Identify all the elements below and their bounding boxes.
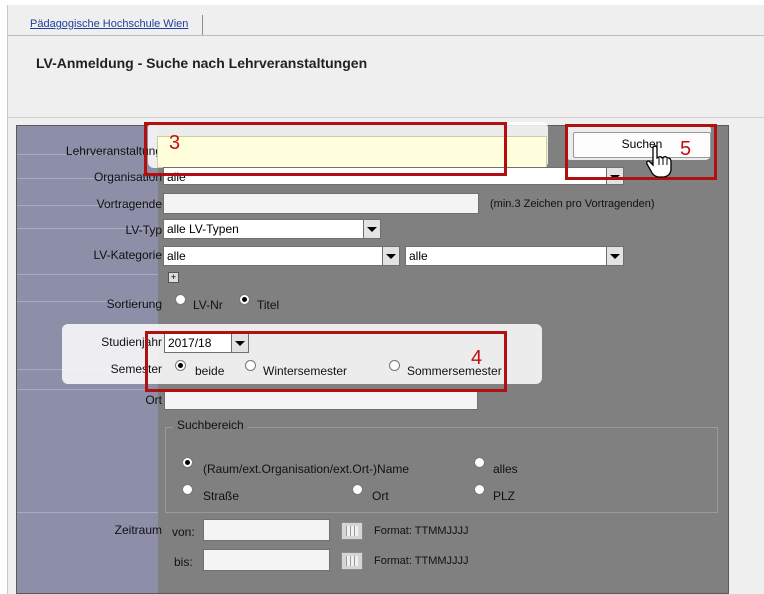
lvtyp-select[interactable]: alle LV-Typen (163, 219, 381, 239)
calendar-icon[interactable] (341, 522, 363, 540)
annotation-box-3 (144, 122, 507, 176)
row-separator (17, 274, 158, 275)
chevron-down-icon (606, 247, 623, 265)
annotation-number-3: 3 (169, 132, 181, 154)
zeitraum-bis-label: bis: (174, 555, 193, 569)
label-vortragende: Vortragende (96, 197, 162, 211)
zeitraum-von-format: Format: TTMMJJJJ (374, 525, 469, 537)
lvkategorie-select-2[interactable]: alle (405, 246, 624, 266)
tab-bar: Pädagogische Hochschule Wien (8, 5, 764, 37)
suchbereich-label-plz: PLZ (493, 489, 516, 503)
zeitraum-bis-input[interactable] (203, 549, 330, 571)
tab-divider (8, 35, 764, 36)
tab-paedagogische-hochschule-wien[interactable]: Pädagogische Hochschule Wien (18, 15, 204, 35)
search-form: Lehrveranstaltung Suchen Organisation al… (16, 122, 729, 594)
chevron-down-icon (363, 220, 380, 238)
annotation-number-4: 4 (471, 347, 483, 369)
suchbereich-label-strasse: Straße (203, 489, 240, 503)
sortierung-label-lvnr: LV-Nr (193, 298, 223, 312)
zeitraum-von-input[interactable] (203, 519, 330, 541)
vortragende-hint: (min.3 Zeichen pro Vortragenden) (490, 198, 655, 210)
chevron-down-icon (382, 247, 399, 265)
annotation-number-5: 5 (680, 138, 692, 160)
zeitraum-bis-format: Format: TTMMJJJJ (374, 555, 469, 567)
sortierung-label-titel: Titel (257, 298, 280, 312)
sortierung-radio-lvnr[interactable] (175, 294, 186, 305)
row-separator (17, 389, 158, 390)
annotation-box-5 (565, 124, 717, 180)
suchbereich-radio-ort[interactable] (352, 484, 363, 495)
app-frame: Pädagogische Hochschule Wien LV-Anmeldun… (7, 5, 764, 594)
suchbereich-label-name: (Raum/ext.Organisation/ext.Ort-)Name (203, 462, 410, 476)
calendar-icon[interactable] (341, 552, 363, 570)
expand-icon[interactable]: + (168, 272, 179, 283)
hand-cursor-icon (646, 145, 672, 178)
label-zeitraum: Zeitraum (114, 523, 162, 537)
page-title: LV-Anmeldung - Suche nach Lehrveranstalt… (36, 55, 368, 71)
title-divider (8, 117, 764, 118)
label-sortierung: Sortierung (106, 297, 162, 311)
label-ort: Ort (145, 393, 162, 407)
ort-input[interactable] (164, 390, 478, 410)
lvkategorie-select-1-value: alle (167, 249, 186, 263)
suchbereich-label-alles: alles (493, 462, 518, 476)
suchbereich-radio-alles[interactable] (474, 457, 485, 468)
annotation-box-4 (145, 331, 507, 392)
vortragende-input[interactable] (163, 193, 479, 214)
sortierung-radio-titel[interactable] (239, 294, 250, 305)
suchbereich-label-ort: Ort (372, 489, 389, 503)
lvkategorie-select-2-value: alle (409, 249, 428, 263)
suchbereich-legend: Suchbereich (173, 418, 248, 432)
label-lvtyp: LV-Typ (125, 223, 162, 237)
suchbereich-radio-name[interactable] (182, 457, 193, 468)
lvkategorie-select-1[interactable]: alle (163, 246, 400, 266)
suchbereich-radio-plz[interactable] (474, 484, 485, 495)
lvtyp-select-value: alle LV-Typen (167, 222, 239, 236)
label-lvkategorie: LV-Kategorie (93, 248, 163, 262)
zeitraum-von-label: von: (172, 525, 195, 539)
row-separator (17, 512, 158, 513)
suchbereich-radio-strasse[interactable] (182, 484, 193, 495)
